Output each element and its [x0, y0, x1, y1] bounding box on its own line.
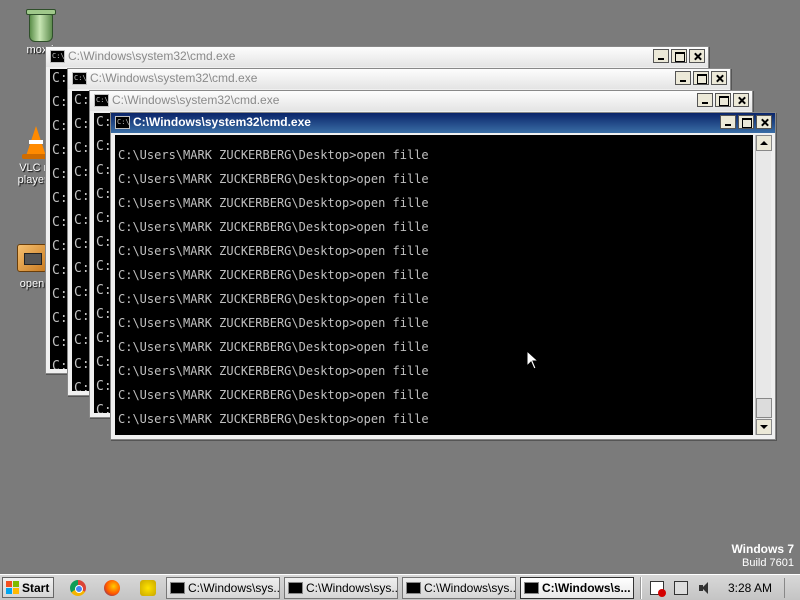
- console-line: C:: [74, 309, 90, 324]
- maximize-button[interactable]: [671, 49, 687, 63]
- scroll-down-button[interactable]: [756, 419, 772, 435]
- chrome-icon[interactable]: [70, 580, 86, 596]
- cmd-icon: [288, 582, 303, 594]
- close-button[interactable]: [733, 93, 749, 107]
- cmd-icon: [50, 50, 65, 63]
- task-label: C:\Windows\sys...: [188, 581, 280, 595]
- console-line: C:: [52, 359, 68, 369]
- maximize-button[interactable]: [693, 71, 709, 85]
- volume-icon[interactable]: [698, 581, 712, 595]
- scroll-thumb[interactable]: [756, 398, 772, 418]
- window-title: C:\Windows\system32\cmd.exe: [68, 49, 236, 63]
- vertical-scrollbar[interactable]: [755, 135, 772, 435]
- console-line: C:: [52, 95, 68, 110]
- task-label: C:\Windows\sys...: [424, 581, 516, 595]
- console-line: C:: [74, 165, 90, 180]
- console-line: C:\Users\MARK ZUCKERBERG\Desktop>open fi…: [118, 340, 429, 354]
- minimize-button[interactable]: [653, 49, 669, 63]
- console-line: C:: [52, 71, 68, 86]
- console-line: C:: [74, 285, 90, 300]
- show-desktop-button[interactable]: [784, 578, 798, 598]
- console-line: C:: [74, 93, 90, 108]
- window-title: C:\Windows\system32\cmd.exe: [112, 93, 280, 107]
- console-line: C:: [52, 287, 68, 302]
- os-name: Windows 7: [731, 542, 794, 556]
- system-tray: 3:28 AM: [640, 577, 800, 599]
- windows-logo-icon: [6, 581, 19, 594]
- window-title: C:\Windows\system32\cmd.exe: [90, 71, 258, 85]
- recycle-bin-icon: [22, 6, 58, 42]
- close-button[interactable]: [689, 49, 705, 63]
- minimize-button[interactable]: [675, 71, 691, 85]
- task-label: C:\Windows\sys...: [306, 581, 398, 595]
- taskbar: Start C:\Windows\sys... C:\Windows\sys..…: [0, 574, 800, 600]
- console-line: C:\Users\MARK ZUCKERBERG\Desktop>open fi…: [118, 148, 429, 162]
- console-line: C:: [52, 239, 68, 254]
- media-icon[interactable]: [140, 580, 156, 596]
- window-title: C:\Windows\system32\cmd.exe: [133, 115, 311, 129]
- close-button[interactable]: [756, 115, 772, 129]
- cmd-window-active[interactable]: C:\Windows\system32\cmd.exe C:\Users\MAR…: [110, 112, 776, 440]
- console-line: C:: [52, 143, 68, 158]
- console-line: C:: [74, 381, 90, 391]
- console-line: C:: [74, 357, 90, 372]
- console-line: C:: [52, 335, 68, 350]
- console-line: C:: [52, 167, 68, 182]
- minimize-button[interactable]: [720, 115, 736, 129]
- console-line: C:\Users\MARK ZUCKERBERG\Desktop>open fi…: [118, 412, 429, 426]
- firefox-icon[interactable]: [104, 580, 120, 596]
- start-button[interactable]: Start: [2, 577, 54, 598]
- cmd-icon: [170, 582, 185, 594]
- console-line: C:\Users\MARK ZUCKERBERG\Desktop>open fi…: [118, 316, 429, 330]
- console-line: C:: [52, 215, 68, 230]
- os-build: Build 7601: [742, 557, 794, 569]
- cmd-icon: [406, 582, 421, 594]
- action-center-icon[interactable]: [650, 581, 666, 597]
- console-line: C:: [52, 311, 68, 326]
- windows-watermark: Windows 7 Build 7601: [731, 542, 794, 570]
- scroll-up-button[interactable]: [756, 135, 772, 151]
- cmd-icon: [115, 116, 130, 129]
- task-label: C:\Windows\s...: [542, 581, 631, 595]
- clock[interactable]: 3:28 AM: [728, 581, 772, 595]
- minimize-button[interactable]: [697, 93, 713, 107]
- console-output[interactable]: C:\Users\MARK ZUCKERBERG\Desktop>open fi…: [115, 135, 753, 435]
- console-line: C:: [74, 141, 90, 156]
- taskbar-button-cmd-3[interactable]: C:\Windows\sys...: [402, 577, 516, 599]
- console-line: C:\Users\MARK ZUCKERBERG\Desktop>open fi…: [118, 292, 429, 306]
- network-icon[interactable]: [674, 581, 688, 595]
- maximize-button[interactable]: [738, 115, 754, 129]
- console-line: C:\Users\MARK ZUCKERBERG\Desktop>open fi…: [118, 196, 429, 210]
- console-line: C:: [74, 261, 90, 276]
- console-line: C:\Users\MARK ZUCKERBERG\Desktop>open fi…: [118, 388, 429, 402]
- console-line: C:: [52, 119, 68, 134]
- console-line: C:: [74, 213, 90, 228]
- start-label: Start: [22, 581, 50, 595]
- console-line: C:: [74, 189, 90, 204]
- console-line: C:\Users\MARK ZUCKERBERG\Desktop>open fi…: [118, 244, 429, 258]
- console-line: C:: [74, 237, 90, 252]
- console-line: C:: [74, 333, 90, 348]
- cmd-icon: [94, 94, 109, 107]
- console-line: C:: [52, 191, 68, 206]
- title-bar[interactable]: C:\Windows\system32\cmd.exe: [90, 91, 752, 111]
- taskbar-button-cmd-2[interactable]: C:\Windows\sys...: [284, 577, 398, 599]
- taskbar-button-cmd-active[interactable]: C:\Windows\s...: [520, 577, 634, 599]
- tray-divider: [640, 577, 642, 599]
- taskbar-button-cmd-1[interactable]: C:\Windows\sys...: [166, 577, 280, 599]
- console-line: C:\Users\MARK ZUCKERBERG\Desktop>open fi…: [118, 364, 429, 378]
- cmd-icon: [524, 582, 539, 594]
- console-line: C:: [52, 263, 68, 278]
- cmd-icon: [72, 72, 87, 85]
- title-bar[interactable]: C:\Windows\system32\cmd.exe: [46, 47, 708, 67]
- title-bar[interactable]: C:\Windows\system32\cmd.exe: [68, 69, 730, 89]
- console-line: C:: [74, 117, 90, 132]
- console-line: C:\Users\MARK ZUCKERBERG\Desktop>open fi…: [118, 220, 429, 234]
- close-button[interactable]: [711, 71, 727, 85]
- console-line: C:\Users\MARK ZUCKERBERG\Desktop>open fi…: [118, 172, 429, 186]
- title-bar[interactable]: C:\Windows\system32\cmd.exe: [111, 113, 775, 133]
- console-line: C:\Users\MARK ZUCKERBERG\Desktop>open fi…: [118, 268, 429, 282]
- maximize-button[interactable]: [715, 93, 731, 107]
